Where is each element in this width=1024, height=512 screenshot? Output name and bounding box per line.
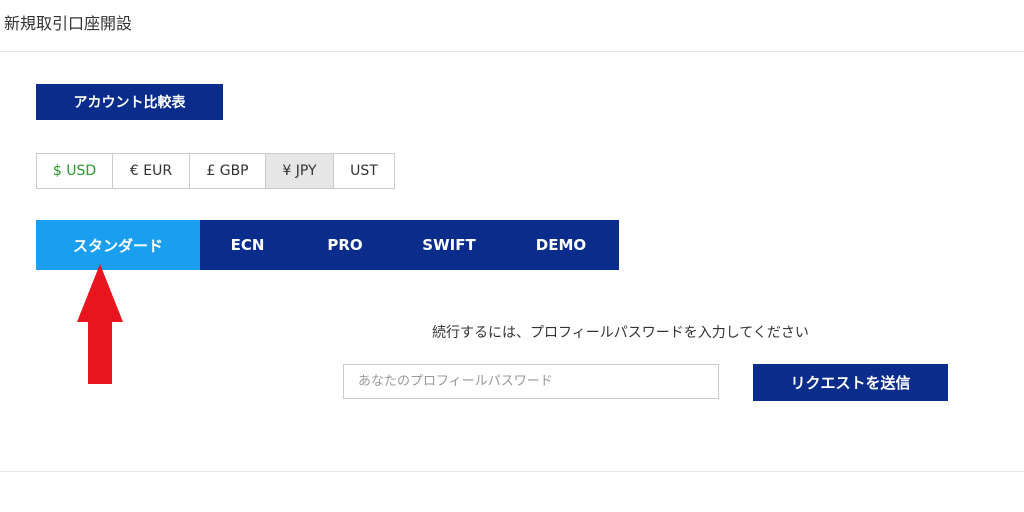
send-request-button[interactable]: リクエストを送信 <box>753 364 948 401</box>
password-prompt: 続行するには、プロフィールパスワードを入力してください <box>432 325 809 341</box>
currency-usd[interactable]: $ USD <box>36 153 113 189</box>
currency-eur[interactable]: € EUR <box>112 153 190 189</box>
footer-divider <box>0 471 1024 472</box>
tab-demo[interactable]: DEMO <box>503 220 619 270</box>
currency-jpy[interactable]: ¥ JPY <box>265 153 334 189</box>
tab-standard[interactable]: スタンダード <box>36 220 200 270</box>
tab-ecn[interactable]: ECN <box>200 220 295 270</box>
red-up-arrow-icon <box>77 264 123 384</box>
page: 新規取引口座開設 アカウント比較表 $ USD € EUR £ GBP ¥ JP… <box>0 0 1024 512</box>
account-type-tabs: スタンダード ECN PRO SWIFT DEMO <box>36 220 619 270</box>
account-comparison-button[interactable]: アカウント比較表 <box>36 84 223 120</box>
page-title: 新規取引口座開設 <box>4 14 133 33</box>
currency-selector: $ USD € EUR £ GBP ¥ JPY UST <box>36 153 395 189</box>
profile-password-input[interactable] <box>343 364 719 399</box>
tab-pro[interactable]: PRO <box>295 220 395 270</box>
currency-ust[interactable]: UST <box>333 153 395 189</box>
header-divider <box>0 51 1024 52</box>
currency-gbp[interactable]: £ GBP <box>189 153 266 189</box>
tab-swift[interactable]: SWIFT <box>395 220 503 270</box>
